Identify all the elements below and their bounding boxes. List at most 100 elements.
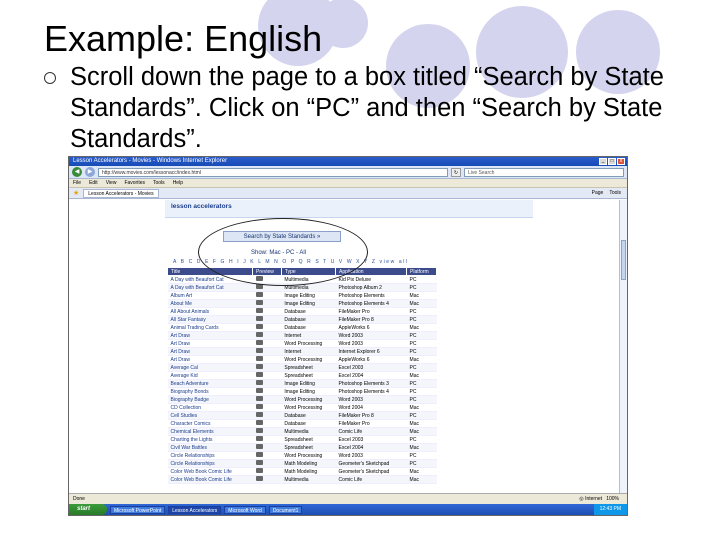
- close-icon[interactable]: x: [617, 158, 625, 165]
- cell-title[interactable]: Biography Bonds: [167, 387, 253, 396]
- preview-icon[interactable]: [255, 420, 263, 425]
- cell-title[interactable]: Album Art: [167, 291, 253, 300]
- task-ie[interactable]: Lesson Accelerators: [168, 505, 222, 514]
- preview-icon[interactable]: [255, 460, 263, 465]
- preview-icon[interactable]: [255, 316, 263, 321]
- cell-title[interactable]: Beach Adventure: [167, 379, 253, 388]
- cell-title[interactable]: Color Web Book Comic Life: [167, 475, 253, 484]
- maximize-icon[interactable]: □: [608, 158, 616, 165]
- preview-icon[interactable]: [255, 452, 263, 457]
- zoom-level[interactable]: 100%: [606, 496, 619, 502]
- favorites-star-icon[interactable]: ★: [73, 189, 79, 197]
- preview-icon[interactable]: [255, 396, 263, 401]
- cell-title[interactable]: Art Draw: [167, 347, 253, 356]
- cell-title[interactable]: Animal Trading Cards: [167, 323, 253, 332]
- task-powerpoint[interactable]: Microsoft PowerPoint: [110, 505, 166, 514]
- cell-title[interactable]: Art Draw: [167, 331, 253, 340]
- preview-icon[interactable]: [255, 436, 263, 441]
- col-platform[interactable]: Platform: [406, 267, 437, 276]
- table-row[interactable]: Biography Badge Word Processing Word 2003 P…: [167, 395, 437, 404]
- preview-icon[interactable]: [255, 380, 263, 385]
- preview-icon[interactable]: [255, 468, 263, 473]
- cell-title[interactable]: All About Animals: [167, 307, 253, 316]
- refresh-icon[interactable]: ↻: [451, 167, 461, 177]
- table-row[interactable]: Art Draw Internet Internet Explorer 6 PC: [167, 347, 437, 356]
- table-row[interactable]: Album Art Image Editing Photoshop Elements…: [167, 291, 437, 300]
- table-row[interactable]: Beach Adventure Image Editing Photoshop El…: [167, 379, 437, 388]
- preview-icon[interactable]: [255, 292, 263, 297]
- table-row[interactable]: Art Draw Word Processing Word 2003 PC: [167, 339, 437, 348]
- cell-title[interactable]: All Star Fantasy: [167, 315, 253, 324]
- start-button[interactable]: start: [69, 504, 107, 515]
- task-word[interactable]: Microsoft Word: [224, 505, 266, 514]
- menu-file[interactable]: File: [73, 179, 81, 187]
- preview-icon[interactable]: [255, 364, 263, 369]
- table-row[interactable]: Average Kid Spreadsheet Excel 2004 Mac: [167, 371, 437, 380]
- table-row[interactable]: All About Animals Database FileMaker Pro PC: [167, 307, 437, 316]
- cell-title[interactable]: Art Draw: [167, 339, 253, 348]
- preview-icon[interactable]: [255, 324, 263, 329]
- preview-icon[interactable]: [255, 372, 263, 377]
- cell-title[interactable]: Character Comics: [167, 419, 253, 428]
- preview-icon[interactable]: [255, 348, 263, 353]
- preview-icon[interactable]: [255, 388, 263, 393]
- minimize-icon[interactable]: _: [599, 158, 607, 165]
- back-icon[interactable]: ◀: [72, 167, 82, 177]
- preview-icon[interactable]: [255, 308, 263, 313]
- table-row[interactable]: Circle Relationships Math Modeling Geomete…: [167, 459, 437, 468]
- table-row[interactable]: Average Cal Spreadsheet Excel 2003 PC: [167, 363, 437, 372]
- preview-icon[interactable]: [255, 444, 263, 449]
- cell-title[interactable]: A Day with Beaufort Cat: [167, 283, 253, 292]
- table-row[interactable]: Animal Trading Cards Database AppleWorks 6…: [167, 323, 437, 332]
- vertical-scrollbar[interactable]: [619, 200, 627, 493]
- cell-title[interactable]: Biography Badge: [167, 395, 253, 404]
- menu-tools[interactable]: Tools: [153, 179, 165, 187]
- cell-title[interactable]: Circle Relationships: [167, 459, 253, 468]
- table-row[interactable]: CD Collection Word Processing Word 2004 Mac: [167, 403, 437, 412]
- cell-title[interactable]: About Me: [167, 299, 253, 308]
- preview-icon[interactable]: [255, 332, 263, 337]
- menu-edit[interactable]: Edit: [89, 179, 98, 187]
- table-row[interactable]: Charting the Lights Spreadsheet Excel 2003…: [167, 435, 437, 444]
- page-menu-button[interactable]: Page: [592, 190, 604, 196]
- table-row[interactable]: Biography Bonds Image Editing Photoshop El…: [167, 387, 437, 396]
- table-row[interactable]: Cell Studies Database FileMaker Pro 8 PC: [167, 411, 437, 420]
- table-row[interactable]: All Star Fantasy Database FileMaker Pro 8P…: [167, 315, 437, 324]
- table-row[interactable]: Color Web Book Comic Life Math Modeling Ge…: [167, 467, 437, 476]
- cell-title[interactable]: Charting the Lights: [167, 435, 253, 444]
- cell-title[interactable]: Cell Studies: [167, 411, 253, 420]
- forward-icon[interactable]: ▶: [85, 167, 95, 177]
- cell-title[interactable]: Average Kid: [167, 371, 253, 380]
- table-row[interactable]: Civil War Battles Spreadsheet Excel 2004 Ma…: [167, 443, 437, 452]
- preview-icon[interactable]: [255, 412, 263, 417]
- tab-lesson-accelerators[interactable]: Lesson Accelerators - Movies: [83, 188, 159, 198]
- table-row[interactable]: Character Comics Database FileMaker Pro Mac: [167, 419, 437, 428]
- cell-title[interactable]: CD Collection: [167, 403, 253, 412]
- table-row[interactable]: Art Draw Word Processing AppleWorks 6 Mac: [167, 355, 437, 364]
- scrollbar-thumb[interactable]: [621, 240, 626, 280]
- table-row[interactable]: Chemical Elements Multimedia Comic Life Mac: [167, 427, 437, 436]
- task-document[interactable]: Document1: [268, 505, 303, 514]
- preview-icon[interactable]: [255, 428, 263, 433]
- tools-menu-button[interactable]: Tools: [609, 190, 621, 196]
- menu-favorites[interactable]: Favorites: [124, 179, 145, 187]
- search-input[interactable]: Live Search: [464, 167, 624, 177]
- preview-icon[interactable]: [255, 356, 263, 361]
- menu-view[interactable]: View: [106, 179, 117, 187]
- cell-title[interactable]: Art Draw: [167, 355, 253, 364]
- preview-icon[interactable]: [255, 404, 263, 409]
- cell-title[interactable]: Average Cal: [167, 363, 253, 372]
- table-row[interactable]: Art Draw Internet Word 2003 PC: [167, 331, 437, 340]
- preview-icon[interactable]: [255, 476, 263, 481]
- preview-icon[interactable]: [255, 340, 263, 345]
- address-input[interactable]: http://www.movies.com/lessonacc/index.ht…: [98, 167, 448, 177]
- menu-help[interactable]: Help: [173, 179, 183, 187]
- cell-title[interactable]: Circle Relationships: [167, 451, 253, 460]
- cell-title[interactable]: Civil War Battles: [167, 443, 253, 452]
- preview-icon[interactable]: [255, 300, 263, 305]
- table-row[interactable]: About Me Image Editing Photoshop Elements …: [167, 299, 437, 308]
- cell-title[interactable]: Color Web Book Comic Life: [167, 467, 253, 476]
- table-row[interactable]: Color Web Book Comic Life Multimedia Comic…: [167, 475, 437, 484]
- cell-title[interactable]: Chemical Elements: [167, 427, 253, 436]
- table-row[interactable]: Circle Relationships Word Processing Word …: [167, 451, 437, 460]
